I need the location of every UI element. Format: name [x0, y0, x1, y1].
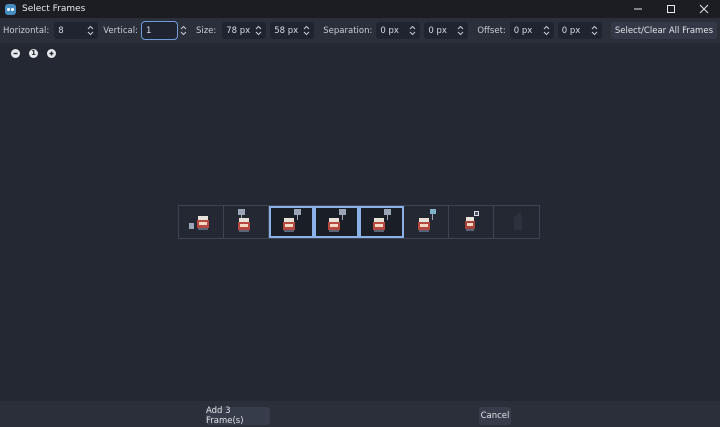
frame-8[interactable]: [494, 206, 539, 238]
offset-y-value: 0 px: [561, 25, 581, 36]
horizontal-spinbox[interactable]: 8: [54, 22, 99, 39]
close-button[interactable]: [687, 0, 720, 18]
sprite-sheet-view[interactable]: 1: [0, 43, 720, 401]
offset-y-spinbox[interactable]: 0 px: [557, 22, 602, 39]
zoom-out-button[interactable]: [11, 49, 20, 58]
zoom-reset-label: 1: [31, 49, 36, 57]
vertical-value: 1: [145, 25, 152, 36]
toolbar: Horizontal: 8 Vertical: 1 Size: 78 px 58…: [0, 18, 720, 43]
maximize-icon: [666, 5, 675, 13]
frame-2[interactable]: [224, 206, 269, 238]
window-controls: [621, 0, 720, 18]
spin-arrows-icon[interactable]: [409, 25, 416, 36]
footer-bar: Add 3 Frame(s) Cancel: [0, 401, 720, 427]
separation-x-value: 0 px: [380, 25, 399, 36]
spin-arrows-icon[interactable]: [591, 25, 598, 36]
sprite-frame-image: [328, 209, 346, 232]
godot-app-icon: [5, 3, 16, 15]
spin-arrows-icon[interactable]: [180, 25, 187, 36]
spin-arrows-icon[interactable]: [303, 25, 310, 36]
size-x-value: 78 px: [226, 25, 251, 36]
sprite-frame-image: [513, 213, 522, 230]
separation-y-spinbox[interactable]: 0 px: [424, 22, 469, 39]
separation-x-spinbox[interactable]: 0 px: [376, 22, 421, 39]
zoom-out-icon: [13, 52, 18, 55]
sprite-frame-image: [283, 209, 301, 232]
horizontal-label: Horizontal:: [3, 25, 50, 36]
title-bar: Select Frames: [0, 0, 720, 18]
size-y-value: 58 px: [274, 25, 299, 36]
size-label: Size:: [195, 25, 217, 36]
frame-5[interactable]: [359, 206, 404, 238]
offset-x-spinbox[interactable]: 0 px: [509, 22, 554, 39]
size-x-spinbox[interactable]: 78 px: [222, 22, 267, 39]
spin-arrows-icon[interactable]: [87, 25, 94, 36]
maximize-button[interactable]: [654, 0, 687, 18]
sprite-sheet: [178, 205, 540, 239]
vertical-spinbox[interactable]: 1: [140, 21, 178, 40]
select-clear-all-frames-button[interactable]: Select/Clear All Frames: [610, 22, 717, 39]
zoom-in-icon: [49, 51, 54, 56]
spin-arrows-icon[interactable]: [255, 25, 262, 36]
frame-6[interactable]: [404, 206, 449, 238]
close-icon: [699, 4, 708, 14]
zoom-in-button[interactable]: [47, 49, 56, 58]
cancel-button[interactable]: Cancel: [479, 407, 511, 425]
frame-1[interactable]: [179, 206, 224, 238]
horizontal-value: 8: [58, 25, 64, 36]
size-y-spinbox[interactable]: 58 px: [270, 22, 315, 39]
frame-3[interactable]: [269, 206, 314, 238]
frame-7[interactable]: [449, 206, 494, 238]
offset-x-value: 0 px: [513, 25, 533, 36]
vertical-label: Vertical:: [103, 25, 138, 36]
sprite-frame-image: [418, 209, 436, 232]
sprite-frame-image: [189, 216, 209, 230]
separation-label: Separation:: [323, 25, 373, 36]
zoom-reset-button[interactable]: 1: [29, 49, 38, 58]
offset-label: Offset:: [477, 25, 506, 36]
sprite-frame-image: [465, 211, 479, 231]
separation-y-value: 0 px: [428, 25, 447, 36]
sprite-frame-image: [238, 209, 250, 232]
spin-arrows-icon[interactable]: [543, 25, 550, 36]
frame-4[interactable]: [314, 206, 359, 238]
minimize-icon: [633, 8, 642, 10]
spin-arrows-icon[interactable]: [457, 25, 464, 36]
sprite-frame-image: [373, 209, 391, 232]
window-title: Select Frames: [22, 4, 86, 14]
minimize-button[interactable]: [621, 0, 654, 18]
add-frames-button[interactable]: Add 3 Frame(s): [206, 406, 270, 426]
